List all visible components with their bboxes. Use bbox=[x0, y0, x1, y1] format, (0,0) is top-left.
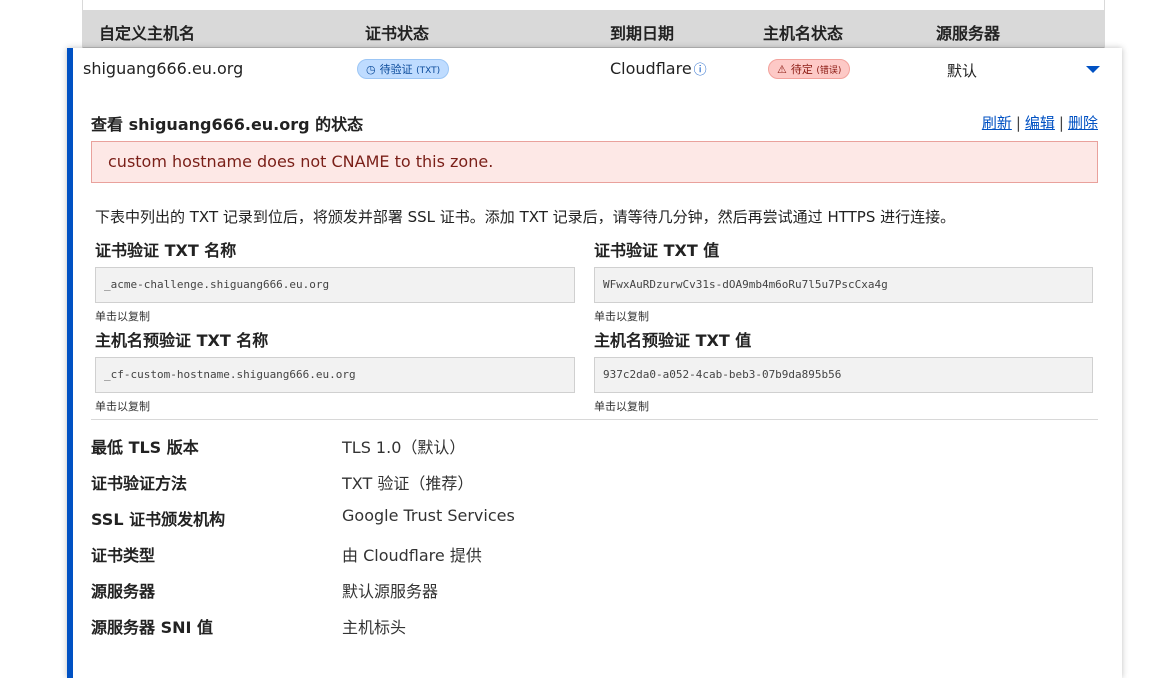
sni-label: 源服务器 SNI 值 bbox=[91, 618, 214, 637]
hostname-status-suffix: (错误) bbox=[816, 66, 842, 76]
acme-txt-value-field[interactable]: WFwxAuRDzurwCv31s-dOA9mb4m6oRu7l5u7PscCx… bbox=[594, 267, 1093, 303]
status-title: 查看 shiguang666.eu.org 的状态 bbox=[91, 111, 363, 135]
expiry-value: Cloudflare ⓘ bbox=[610, 59, 707, 78]
copy-hint: 单击以复制 bbox=[95, 310, 150, 323]
separator: | bbox=[1015, 114, 1021, 132]
separator: | bbox=[1058, 114, 1064, 132]
warning-icon: ⚠ bbox=[777, 63, 787, 76]
cert-type-value: 由 Cloudflare 提供 bbox=[342, 546, 482, 565]
action-links: 刷新 | 编辑 | 删除 bbox=[982, 112, 1098, 133]
error-message: custom hostname does not CNAME to this z… bbox=[91, 141, 1098, 183]
copy-hint: 单击以复制 bbox=[594, 400, 649, 413]
row-hostname: shiguang666.eu.org bbox=[83, 59, 244, 78]
acme-txt-name-label: 证书验证 TXT 名称 bbox=[95, 241, 237, 260]
ca-value: Google Trust Services bbox=[342, 506, 515, 525]
cert-type-label: 证书类型 bbox=[91, 546, 156, 565]
info-icon[interactable]: ⓘ bbox=[694, 63, 707, 78]
acme-txt-value-label: 证书验证 TXT 值 bbox=[594, 241, 720, 260]
table-right-border bbox=[1104, 0, 1105, 50]
prevalidation-txt-name-field[interactable]: _cf-custom-hostname.shiguang666.eu.org bbox=[95, 357, 575, 393]
clock-icon: ◷ bbox=[366, 63, 376, 76]
header-cert-status: 证书状态 bbox=[365, 24, 430, 43]
edit-link[interactable]: 编辑 bbox=[1025, 114, 1055, 132]
table-row[interactable]: shiguang666.eu.org ◷ 待验证 (TXT) Cloudflare… bbox=[73, 48, 1122, 92]
table-header: 自定义主机名 证书状态 到期日期 主机名状态 源服务器 bbox=[83, 10, 1104, 48]
prevalidation-txt-value-field[interactable]: 937c2da0-a052-4cab-beb3-07b9da895b56 bbox=[594, 357, 1093, 393]
hostname-status-label: 待定 bbox=[790, 63, 813, 76]
hostname-detail-panel: shiguang666.eu.org ◷ 待验证 (TXT) Cloudflare… bbox=[67, 48, 1122, 678]
chevron-down-icon[interactable] bbox=[1086, 66, 1100, 73]
ca-label: SSL 证书颁发机构 bbox=[91, 510, 226, 529]
header-hostname-status: 主机名状态 bbox=[763, 24, 844, 43]
copy-hint: 单击以复制 bbox=[594, 310, 649, 323]
prevalidation-txt-value-label: 主机名预验证 TXT 值 bbox=[594, 331, 752, 350]
cert-status-badge: ◷ 待验证 (TXT) bbox=[357, 59, 450, 79]
validation-method-value: TXT 验证（推荐） bbox=[342, 474, 474, 493]
status-title-prefix: 查看 bbox=[91, 115, 129, 134]
divider bbox=[91, 419, 1098, 420]
refresh-link[interactable]: 刷新 bbox=[982, 114, 1012, 132]
min-tls-label: 最低 TLS 版本 bbox=[91, 438, 199, 457]
status-title-host: shiguang666.eu.org bbox=[128, 115, 310, 134]
hostname-status-badge: ⚠ 待定 (错误) bbox=[768, 59, 851, 79]
origin-server-label: 源服务器 bbox=[91, 582, 156, 601]
min-tls-value: TLS 1.0（默认） bbox=[342, 438, 466, 457]
origin-server-value: 默认源服务器 bbox=[342, 582, 439, 601]
status-title-suffix: 的状态 bbox=[309, 115, 364, 134]
cert-status-suffix: (TXT) bbox=[416, 66, 441, 76]
acme-txt-name-field[interactable]: _acme-challenge.shiguang666.eu.org bbox=[95, 267, 575, 303]
txt-description: 下表中列出的 TXT 记录到位后，将颁发并部署 SSL 证书。添加 TXT 记录… bbox=[95, 208, 956, 226]
row-origin: 默认 bbox=[947, 62, 978, 80]
expiry-text: Cloudflare bbox=[610, 59, 692, 78]
validation-method-label: 证书验证方法 bbox=[91, 474, 188, 493]
header-custom-hostname: 自定义主机名 bbox=[99, 24, 196, 43]
header-expiry-date: 到期日期 bbox=[610, 24, 675, 43]
header-origin-server: 源服务器 bbox=[936, 24, 1001, 43]
delete-link[interactable]: 删除 bbox=[1068, 114, 1098, 132]
copy-hint: 单击以复制 bbox=[95, 400, 150, 413]
sni-value: 主机标头 bbox=[342, 618, 407, 637]
cert-status-label: 待验证 bbox=[379, 63, 413, 76]
prevalidation-txt-name-label: 主机名预验证 TXT 名称 bbox=[95, 331, 269, 350]
